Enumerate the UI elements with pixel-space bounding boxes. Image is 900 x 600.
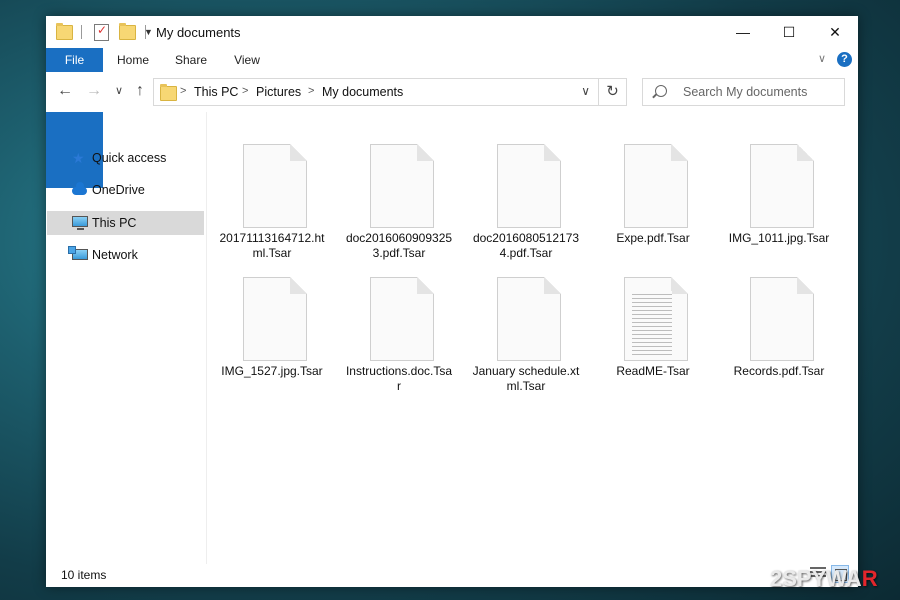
page-fold: [290, 144, 307, 161]
sidebar-item-label: Quick access: [92, 151, 167, 165]
file-item[interactable]: doc20160805121734.pdf.Tsar: [471, 128, 581, 268]
page-fold: [797, 277, 814, 294]
file-item[interactable]: January schedule.xtml.Tsar: [471, 261, 581, 401]
tab-home[interactable]: Home: [108, 48, 158, 72]
page-fold: [290, 277, 307, 294]
search-placeholder[interactable]: Search My documents: [683, 85, 807, 99]
file-item[interactable]: Expe.pdf.Tsar: [598, 128, 708, 268]
page-fold: [417, 277, 434, 294]
file-name: January schedule.xtml.Tsar: [472, 364, 580, 393]
sidebar-item-network[interactable]: Network: [47, 243, 204, 267]
title-bar: ▼ My documents — ☐ ✕: [46, 16, 858, 48]
help-icon[interactable]: ?: [837, 52, 852, 67]
file-item[interactable]: doc20160609093253.pdf.Tsar: [344, 128, 454, 268]
expand-ribbon-icon[interactable]: ∨: [818, 52, 826, 65]
file-name: 20171113164712.html.Tsar: [219, 231, 325, 260]
folder-icon: [160, 84, 177, 101]
computer-icon: [72, 216, 88, 230]
status-bar: 10 items: [46, 564, 858, 587]
file-name: Instructions.doc.Tsar: [345, 364, 453, 393]
forward-arrow-icon[interactable]: →: [84, 81, 104, 101]
file-name: Records.pdf.Tsar: [733, 364, 825, 378]
breadcrumb-this-pc[interactable]: This PC: [194, 85, 238, 99]
file-item[interactable]: Instructions.doc.Tsar: [344, 261, 454, 401]
watermark-logo: 2SPYWAR: [770, 566, 878, 591]
page-fold: [671, 277, 688, 294]
page-fold: [544, 277, 561, 294]
sidebar-item-onedrive[interactable]: OneDrive: [47, 178, 204, 202]
file-item[interactable]: Records.pdf.Tsar: [724, 261, 834, 401]
breadcrumb-chevron-icon[interactable]: >: [180, 85, 186, 97]
tab-view[interactable]: View: [224, 48, 270, 72]
search-icon: [655, 85, 667, 97]
file-item[interactable]: 20171113164712.html.Tsar: [217, 128, 327, 268]
sidebar-item-quick-access[interactable]: ★ Quick access: [47, 146, 204, 170]
close-button[interactable]: ✕: [812, 16, 858, 48]
breadcrumb-chevron-icon[interactable]: >: [242, 85, 248, 97]
ribbon-tabs: File Home Share View ∨ ?: [46, 48, 858, 188]
title-separator: [145, 25, 146, 39]
refresh-icon[interactable]: ↻: [599, 78, 627, 106]
breadcrumb-my-documents[interactable]: My documents: [322, 85, 403, 99]
breadcrumb-chevron-icon[interactable]: >: [308, 85, 314, 97]
sidebar-item-label: Network: [92, 248, 138, 262]
item-count: 10 items: [61, 568, 107, 582]
minimize-button[interactable]: —: [720, 16, 766, 48]
page-fold: [417, 144, 434, 161]
maximize-button[interactable]: ☐: [766, 16, 812, 48]
file-name: doc20160609093253.pdf.Tsar: [345, 231, 453, 260]
navigation-bar: ← → ∨ ↑ > This PC > Pictures > My docume…: [46, 72, 858, 112]
file-item[interactable]: IMG_1527.jpg.Tsar: [217, 261, 327, 401]
recent-locations-chevron-icon[interactable]: ∨: [109, 81, 129, 101]
window-title: My documents: [156, 25, 241, 40]
sidebar-item-label: This PC: [92, 216, 137, 230]
folder-icon: [56, 22, 73, 40]
star-icon: ★: [72, 150, 85, 166]
sidebar-item-this-pc[interactable]: This PC: [47, 211, 204, 235]
file-name: ReadME-Tsar: [616, 364, 690, 378]
address-dropdown-icon[interactable]: ∨: [581, 84, 590, 98]
quick-access-toolbar: ▼: [56, 22, 153, 41]
file-name: IMG_1527.jpg.Tsar: [221, 364, 323, 378]
navigation-pane: ★ Quick access OneDrive This PC Network: [46, 112, 206, 564]
file-explorer-window: ▼ My documents — ☐ ✕ File Home Share Vie…: [46, 16, 858, 587]
file-item[interactable]: ReadME-Tsar: [598, 261, 708, 401]
breadcrumb-pictures[interactable]: Pictures: [256, 85, 301, 99]
toolbar-separator: [81, 25, 82, 39]
file-item[interactable]: IMG_1011.jpg.Tsar: [724, 128, 834, 268]
file-list: 20171113164712.html.Tsar doc201606090932…: [207, 112, 858, 564]
sidebar-item-label: OneDrive: [92, 183, 145, 197]
new-folder-icon[interactable]: [119, 22, 136, 40]
tab-share[interactable]: Share: [166, 48, 216, 72]
page-fold: [671, 144, 688, 161]
search-box[interactable]: Search My documents: [642, 78, 845, 106]
file-name: Expe.pdf.Tsar: [616, 231, 690, 245]
cloud-icon: [72, 182, 87, 195]
text-lines: [632, 291, 672, 355]
network-icon: [68, 246, 88, 260]
file-name: doc20160805121734.pdf.Tsar: [472, 231, 580, 260]
file-name: IMG_1011.jpg.Tsar: [728, 231, 830, 245]
page-fold: [544, 144, 561, 161]
properties-icon[interactable]: [94, 23, 109, 41]
address-bar[interactable]: > This PC > Pictures > My documents ∨: [153, 78, 599, 106]
page-fold: [797, 144, 814, 161]
up-arrow-icon[interactable]: ↑: [130, 81, 150, 101]
back-arrow-icon[interactable]: ←: [55, 81, 75, 101]
